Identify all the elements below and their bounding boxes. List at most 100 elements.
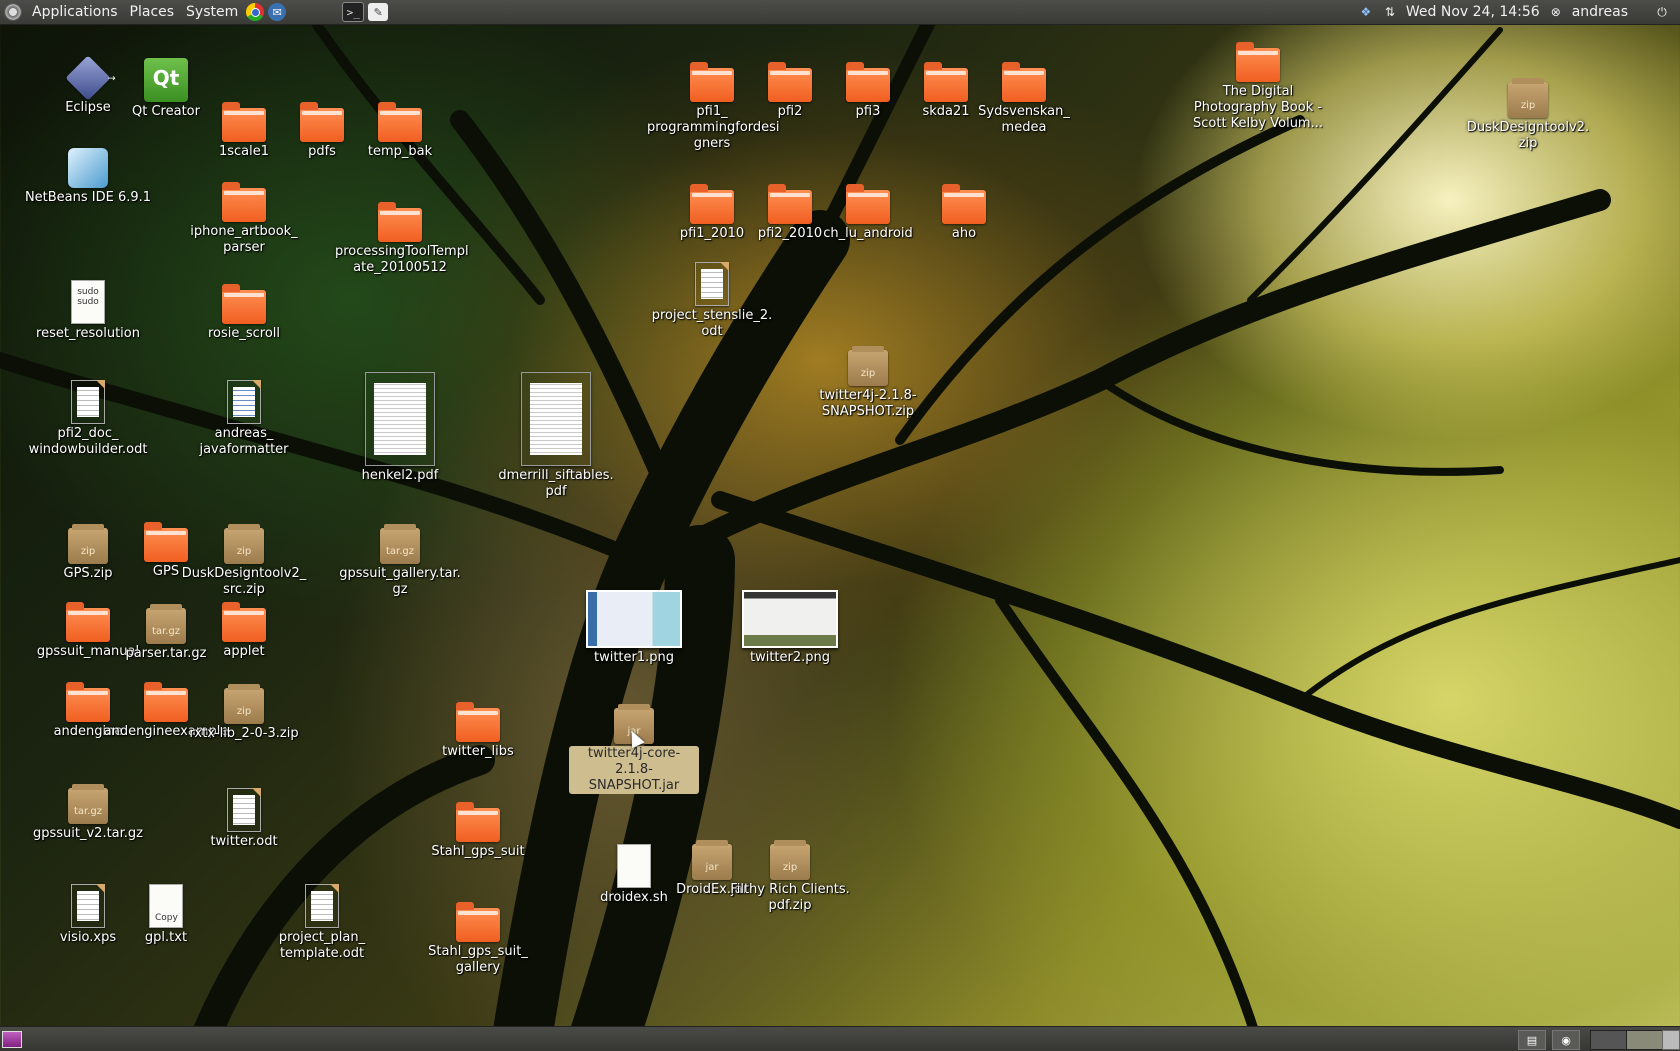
text-editor-launcher-icon[interactable]: ✎ [368, 3, 389, 21]
zip-archive-icon: zip [1508, 78, 1548, 118]
folder-icon [846, 184, 890, 224]
desktop-icon-label: Filthy Rich Clients. pdf.zip [730, 882, 850, 913]
folder-icon [222, 602, 266, 642]
places-menu[interactable]: Places [124, 0, 181, 24]
desktop-icon-label: Stahl_gps_suit_ gallery [428, 944, 528, 975]
clock[interactable]: Wed Nov 24, 14:56 [1406, 4, 1540, 20]
pdf-thumbnail-icon [365, 372, 435, 466]
zip-archive-icon: zip [224, 684, 264, 724]
network-icon[interactable]: ⇅ [1382, 4, 1398, 20]
folder-icon [222, 284, 266, 324]
tar-gz-archive-icon: tar.gz [68, 784, 108, 824]
user-status-icon[interactable]: ⊗ [1548, 4, 1564, 20]
desktop-icon[interactable]: zip twitter4j-2.1.8- SNAPSHOT.zip [803, 346, 933, 420]
applications-menu[interactable]: Applications [26, 0, 124, 24]
shell-script-icon [617, 844, 651, 888]
desktop-icon-label: project_plan_ template.odt [278, 930, 366, 961]
desktop-icon-label: gpssuit_gallery.tar. gz [339, 566, 461, 597]
desktop-icon-label: The Digital Photography Book - Scott Kel… [1193, 84, 1323, 131]
desktop-icon[interactable]: zip Filthy Rich Clients. pdf.zip [725, 840, 855, 914]
folder-icon [456, 802, 500, 842]
desktop-icon[interactable]: Copy gpl.txt [101, 884, 231, 946]
desktop-icon[interactable]: zip rxtx-lib_2-0-3.zip [179, 684, 309, 742]
desktop-icon-label: andreas_ javaformatter [199, 426, 289, 457]
png-thumbnail-icon [586, 590, 682, 648]
desktop-icon-label: gpl.txt [144, 930, 188, 945]
desktop-icon[interactable]: zip DuskDesigntoolv2. zip [1463, 78, 1593, 152]
desktop-icon[interactable]: project_stenslie_2. odt [647, 262, 777, 340]
desktop-icon[interactable]: dmerrill_siftables. pdf [491, 372, 621, 500]
desktop-icon[interactable]: The Digital Photography Book - Scott Kel… [1193, 42, 1323, 132]
user-name[interactable]: andreas [1572, 4, 1628, 20]
desktop-icon[interactable]: processingToolTempl ate_20100512 [335, 202, 469, 276]
pdf-thumbnail-icon [521, 372, 591, 466]
chrome-launcher-icon[interactable] [246, 3, 265, 21]
desktop-icon[interactable]: temp_bak [335, 102, 465, 160]
desktop-icon[interactable]: twitter1.png [569, 590, 699, 666]
desktop-icon-label: rosie_scroll [207, 326, 281, 341]
desktop-icon[interactable]: twitter_libs [413, 702, 543, 760]
desktop-icon-label: twitter4j-core-2.1.8- SNAPSHOT.jar [569, 746, 699, 794]
desktop-icon[interactable]: Stahl_gps_suit [413, 802, 543, 860]
bottom-panel: ▤ ◉ [0, 1026, 1680, 1051]
taskbar-chrome-icon[interactable]: ◉ [1552, 1030, 1580, 1050]
desktop-icon[interactable]: zip DuskDesigntoolv2_ src.zip [179, 524, 309, 598]
desktop-icon-label: aho [951, 226, 977, 241]
document-icon [695, 262, 729, 306]
document-icon [227, 788, 261, 832]
terminal-launcher-icon[interactable]: >_ [342, 2, 365, 22]
desktop-icon[interactable]: tar.gz gpssuit_v2.tar.gz [23, 784, 153, 842]
desktop-icon[interactable]: Sydsvenskan_ medea [959, 62, 1089, 136]
tar-gz-archive-icon: tar.gz [380, 524, 420, 564]
desktop-icon[interactable]: tar.gz gpssuit_gallery.tar. gz [335, 524, 465, 598]
desktop-icon[interactable]: iphone_artbook_ parser [179, 182, 309, 256]
desktop-icon[interactable]: twitter2.png [725, 590, 855, 666]
zip-archive-icon: zip [770, 840, 810, 880]
power-icon[interactable]: ⏻ [1654, 4, 1670, 20]
desktop-icon[interactable]: Stahl_gps_suit_ gallery [413, 902, 543, 976]
desktop-icon[interactable]: sudo sudo reset_resolution [23, 280, 153, 342]
desktop-icon[interactable]: rosie_scroll [179, 284, 309, 342]
desktop-icon[interactable]: aho [899, 184, 1029, 242]
desktop-icon[interactable]: NetBeans IDE 6.9.1 [23, 148, 153, 206]
trash-icon[interactable] [1662, 1030, 1680, 1050]
desktop-icon-label: henkel2.pdf [361, 468, 439, 483]
desktop-icon-label: twitter_libs [442, 744, 514, 759]
folder-icon [378, 102, 422, 142]
desktop-icon[interactable]: twitter.odt [179, 788, 309, 850]
show-desktop-button[interactable] [2, 1031, 22, 1048]
document-icon [71, 380, 105, 424]
desktop-icon[interactable]: applet [179, 602, 309, 660]
desktop-icon-label: dmerrill_siftables. pdf [498, 468, 614, 499]
qt-icon: Qt [144, 58, 188, 102]
top-panel: Applications Places System ✉ >_ ✎ ❖ ⇅ We… [0, 0, 1680, 25]
document-icon [305, 884, 339, 928]
folder-icon [1236, 42, 1280, 82]
system-menu[interactable]: System [180, 0, 244, 24]
desktop-icon[interactable]: andreas_ javaformatter [179, 380, 309, 458]
folder-icon [378, 202, 422, 242]
text-file-icon: Copy [149, 884, 183, 928]
shell-script-icon: sudo sudo [71, 280, 105, 324]
desktop-icon[interactable]: pfi2_doc_ windowbuilder.odt [23, 380, 153, 458]
mail-launcher-icon[interactable]: ✉ [268, 3, 287, 21]
desktop-icon-label: iphone_artbook_ parser [190, 224, 298, 255]
desktop-icon-label: applet [223, 644, 265, 659]
gnome-foot-icon[interactable] [4, 3, 22, 21]
desktop-icon-label: project_stenslie_2. odt [651, 308, 773, 339]
desktop-icon[interactable]: jar twitter4j-core-2.1.8- SNAPSHOT.jar [569, 704, 699, 794]
desktop-icon-label: twitter.odt [210, 834, 278, 849]
desktop-icon-label: temp_bak [367, 144, 433, 159]
desktop-icon[interactable]: henkel2.pdf [335, 372, 465, 484]
folder-icon [942, 184, 986, 224]
desktop-icon[interactable]: project_plan_ template.odt [257, 884, 387, 962]
desktop-icon-label: pfi2_doc_ windowbuilder.odt [28, 426, 148, 457]
taskbar-document-icon[interactable]: ▤ [1518, 1030, 1546, 1050]
document-icon [227, 380, 261, 424]
dropbox-icon[interactable]: ❖ [1358, 4, 1374, 20]
desktop-icon-label: processingToolTempl ate_20100512 [335, 244, 469, 275]
desktop-icon-label: twitter1.png [593, 650, 675, 665]
folder-icon [456, 702, 500, 742]
workspace-2[interactable] [1626, 1030, 1664, 1050]
workspace-1[interactable] [1590, 1030, 1628, 1050]
